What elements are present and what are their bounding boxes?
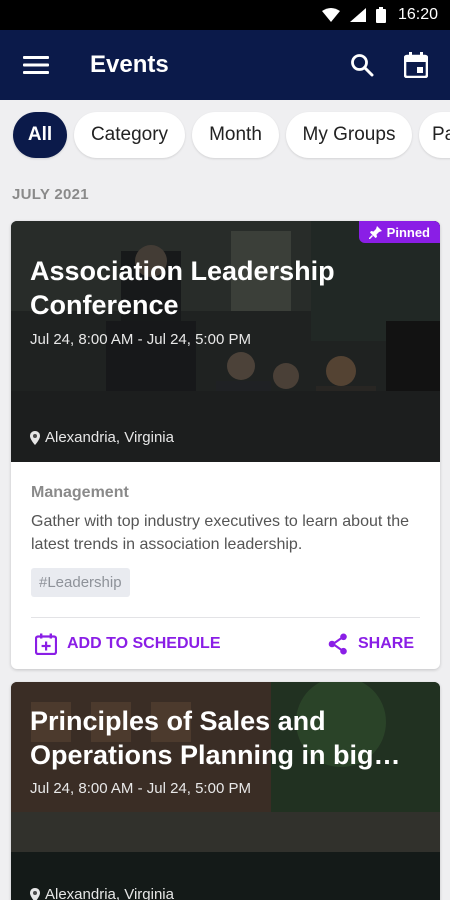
calendar-add-icon	[35, 633, 57, 655]
filter-chip-category[interactable]: Category	[74, 112, 185, 158]
signal-icon	[349, 8, 366, 22]
event-location-label: Alexandria, Virginia	[45, 429, 174, 446]
filter-chip-row: All Category Month My Groups Pa	[0, 110, 450, 162]
event-hero-image: Pinned Association Leadership Conference…	[11, 221, 440, 462]
event-dates: Jul 24, 8:00 AM - Jul 24, 5:00 PM	[30, 331, 251, 348]
share-label: SHARE	[357, 635, 414, 652]
section-month-label: JULY 2021	[12, 186, 89, 203]
filter-chip-month[interactable]: Month	[192, 112, 279, 158]
pinned-badge: Pinned	[358, 221, 440, 243]
event-tag[interactable]: #Leadership	[31, 568, 130, 597]
hamburger-menu-icon	[23, 56, 49, 74]
event-location: Alexandria, Virginia	[30, 429, 174, 446]
event-location: Alexandria, Virginia	[30, 886, 174, 900]
wifi-icon	[321, 8, 340, 22]
status-time: 16:20	[397, 6, 438, 23]
add-to-schedule-label: ADD TO SCHEDULE	[67, 635, 221, 652]
menu-button[interactable]	[18, 47, 54, 83]
event-hero-image: Principles of Sales and Operations Plann…	[11, 682, 440, 900]
event-category: Management	[31, 484, 129, 501]
event-card[interactable]: Pinned Association Leadership Conference…	[11, 221, 440, 669]
app-bar: Events	[0, 30, 450, 100]
event-details: Management Gather with top industry exec…	[11, 462, 440, 669]
location-pin-icon	[30, 887, 40, 900]
event-location-label: Alexandria, Virginia	[45, 886, 174, 900]
event-dates: Jul 24, 8:00 AM - Jul 24, 5:00 PM	[30, 780, 251, 797]
battery-icon	[375, 7, 386, 23]
event-description: Gather with top industry executives to l…	[31, 513, 409, 553]
add-to-schedule-button[interactable]: ADD TO SCHEDULE	[35, 633, 221, 655]
pin-icon	[368, 225, 382, 239]
pinned-label: Pinned	[386, 224, 430, 240]
calendar-button[interactable]	[396, 45, 436, 85]
filter-chip-my-groups[interactable]: My Groups	[286, 112, 412, 158]
event-card[interactable]: Principles of Sales and Operations Plann…	[11, 682, 440, 900]
location-pin-icon	[30, 430, 40, 445]
filter-chip-partial[interactable]: Pa	[419, 112, 450, 158]
filter-chip-all[interactable]: All	[13, 112, 67, 158]
card-actions: ADD TO SCHEDULE SHARE	[31, 618, 420, 669]
calendar-icon	[404, 52, 428, 78]
status-bar: 16:20	[0, 0, 450, 30]
event-title: Association Leadership Conference	[30, 256, 335, 320]
search-icon	[351, 54, 374, 77]
share-button[interactable]: SHARE	[328, 633, 414, 655]
event-title: Principles of Sales and Operations Plann…	[30, 706, 401, 770]
page-title: Events	[90, 51, 169, 78]
share-icon	[328, 633, 347, 655]
search-button[interactable]	[342, 45, 382, 85]
